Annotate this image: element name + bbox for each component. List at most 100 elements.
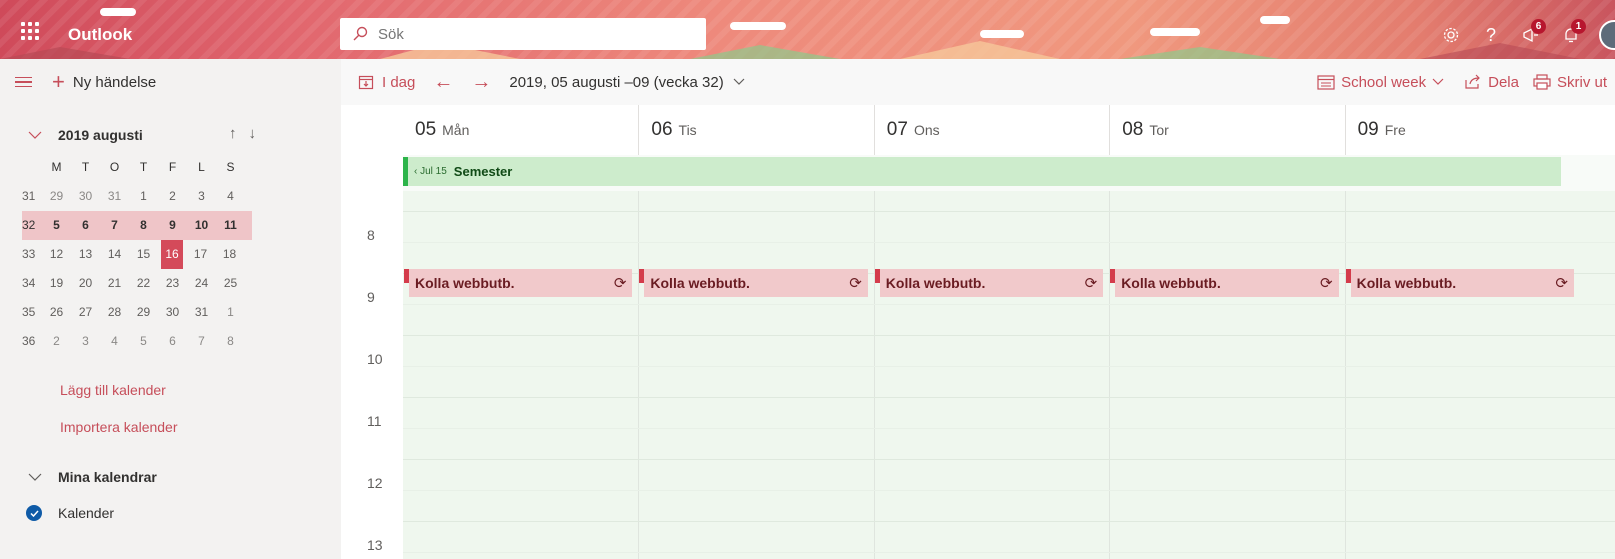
date-cell[interactable]: 20 [71, 269, 100, 298]
recurring-icon: ⟳ [849, 275, 862, 292]
print-button[interactable]: Skriv ut [1533, 74, 1607, 91]
date-cell[interactable]: 22 [129, 269, 158, 298]
arrow-down-icon[interactable]: ↓ [249, 125, 269, 142]
date-cell[interactable]: 18 [215, 240, 244, 269]
date-cell[interactable]: 10 [187, 211, 216, 240]
calendar-item-kalender[interactable]: Kalender [26, 505, 114, 521]
calendar-today-icon [358, 75, 374, 90]
day-header[interactable]: 07 Ons [873, 105, 1110, 155]
date-cell[interactable]: 19 [42, 269, 71, 298]
calendar-name: Kalender [58, 505, 115, 521]
previous-week-button[interactable]: ← [433, 71, 453, 94]
chevron-down-icon [28, 473, 42, 481]
date-cell[interactable]: 14 [100, 240, 129, 269]
hamburger-icon[interactable] [15, 74, 32, 91]
date-cell[interactable]: 9 [158, 211, 187, 240]
date-cell[interactable]: 30 [71, 182, 100, 211]
date-cell[interactable]: 8 [129, 211, 158, 240]
calendar-event[interactable]: Kolla webbutb. ⟳ [404, 269, 633, 297]
today-date[interactable]: 16 [161, 240, 183, 269]
top-bar: Outlook ? 6 1 [0, 0, 1615, 59]
date-cell[interactable]: 2 [42, 327, 71, 356]
date-cell[interactable]: 31 [100, 182, 129, 211]
add-calendar-link[interactable]: Lägg till kalender [60, 382, 166, 398]
date-cell[interactable]: 5 [42, 211, 71, 240]
day-header[interactable]: 06 Tis [638, 105, 874, 155]
date-cell[interactable]: 30 [158, 298, 187, 327]
today-label: I dag [382, 73, 416, 91]
day-header[interactable]: 05 Mån [403, 105, 639, 155]
date-cell[interactable]: 13 [71, 240, 100, 269]
mini-calendar-title[interactable]: 2019 augusti [58, 127, 143, 143]
search-icon [353, 26, 368, 41]
date-cell[interactable]: 27 [71, 298, 100, 327]
view-switcher-button[interactable]: School week [1317, 74, 1450, 91]
hour-label: 9 [367, 289, 375, 305]
checkmark-icon[interactable] [26, 505, 42, 521]
printer-icon [1533, 74, 1551, 90]
new-event-button[interactable]: + Ny händelse [52, 71, 156, 93]
week-number: 34 [22, 276, 36, 290]
date-cell[interactable]: 7 [100, 211, 129, 240]
all-day-event[interactable]: ‹ Jul 15 Semester [403, 157, 1561, 186]
date-cell[interactable]: 15 [129, 240, 158, 269]
time-column: 8 9 10 11 12 13 [341, 105, 403, 559]
calendar-event[interactable]: Kolla webbutb. ⟳ [1345, 269, 1574, 297]
date-cell[interactable]: 26 [42, 298, 71, 327]
calendar-event[interactable]: Kolla webbutb. ⟳ [874, 269, 1104, 297]
week-number: 36 [22, 334, 36, 348]
calendar-event[interactable]: Kolla webbutb. ⟳ [1110, 269, 1339, 297]
date-cell[interactable]: 7 [187, 327, 216, 356]
date-cell[interactable]: 24 [187, 269, 216, 298]
search-box[interactable] [340, 18, 706, 50]
my-calendars-header[interactable]: Mina kalendrar [28, 469, 157, 485]
today-button[interactable]: I dag [358, 74, 415, 91]
mini-calendar-header: 2019 augusti ↑↓ [28, 125, 269, 143]
app-launcher-icon[interactable] [21, 22, 39, 40]
date-cell[interactable]: 6 [158, 327, 187, 356]
date-cell[interactable]: 1 [129, 182, 158, 211]
date-cell[interactable]: 8 [216, 327, 245, 356]
avatar[interactable] [1599, 20, 1615, 50]
share-icon [1465, 74, 1480, 89]
week-number: 33 [22, 247, 36, 261]
share-button[interactable]: Dela [1464, 74, 1519, 91]
date-cell[interactable]: 17 [186, 240, 215, 269]
share-label: Dela [1488, 73, 1519, 91]
date-range-picker[interactable]: 2019, 05 augusti –09 (vecka 32) [509, 74, 745, 91]
date-cell[interactable]: 21 [100, 269, 129, 298]
date-cell[interactable]: 29 [129, 298, 158, 327]
date-cell[interactable]: 3 [71, 327, 100, 356]
date-cell[interactable]: 28 [100, 298, 129, 327]
next-week-button[interactable]: → [471, 71, 491, 94]
notifications-button[interactable]: 1 [1551, 19, 1591, 51]
date-cell[interactable]: 12 [42, 240, 71, 269]
date-cell[interactable]: 5 [129, 327, 158, 356]
date-cell[interactable]: 31 [187, 298, 216, 327]
import-calendar-link[interactable]: Importera kalender [60, 419, 178, 435]
arrow-up-icon[interactable]: ↑ [229, 125, 249, 142]
date-cell[interactable]: 4 [100, 327, 129, 356]
date-cell[interactable]: 3 [187, 182, 216, 211]
day-divider [1109, 191, 1111, 559]
time-slots[interactable]: Kolla webbutb. ⟳ Kolla webbutb. ⟳ Kolla webb… [403, 191, 1615, 559]
weekday-header: F [168, 160, 177, 174]
date-cell[interactable]: 4 [216, 182, 245, 211]
calendar-event[interactable]: Kolla webbutb. ⟳ [639, 269, 868, 297]
date-cell[interactable]: 2 [158, 182, 187, 211]
date-cell[interactable]: 23 [158, 269, 187, 298]
day-header[interactable]: 08 Tor [1109, 105, 1345, 155]
search-input[interactable] [378, 25, 678, 43]
app-title[interactable]: Outlook [68, 25, 132, 45]
settings-button[interactable] [1431, 19, 1471, 51]
help-button[interactable]: ? [1471, 19, 1511, 51]
day-header[interactable]: 09 Fre [1344, 105, 1580, 155]
new-event-label: Ny händelse [72, 73, 157, 91]
date-cell[interactable]: 11 [216, 211, 245, 240]
date-cell[interactable]: 6 [71, 211, 100, 240]
chevron-down-icon[interactable] [28, 131, 42, 140]
whats-new-button[interactable]: 6 [1511, 19, 1551, 51]
date-cell[interactable]: 25 [216, 269, 245, 298]
date-cell[interactable]: 29 [42, 182, 71, 211]
date-cell[interactable]: 1 [216, 298, 245, 327]
